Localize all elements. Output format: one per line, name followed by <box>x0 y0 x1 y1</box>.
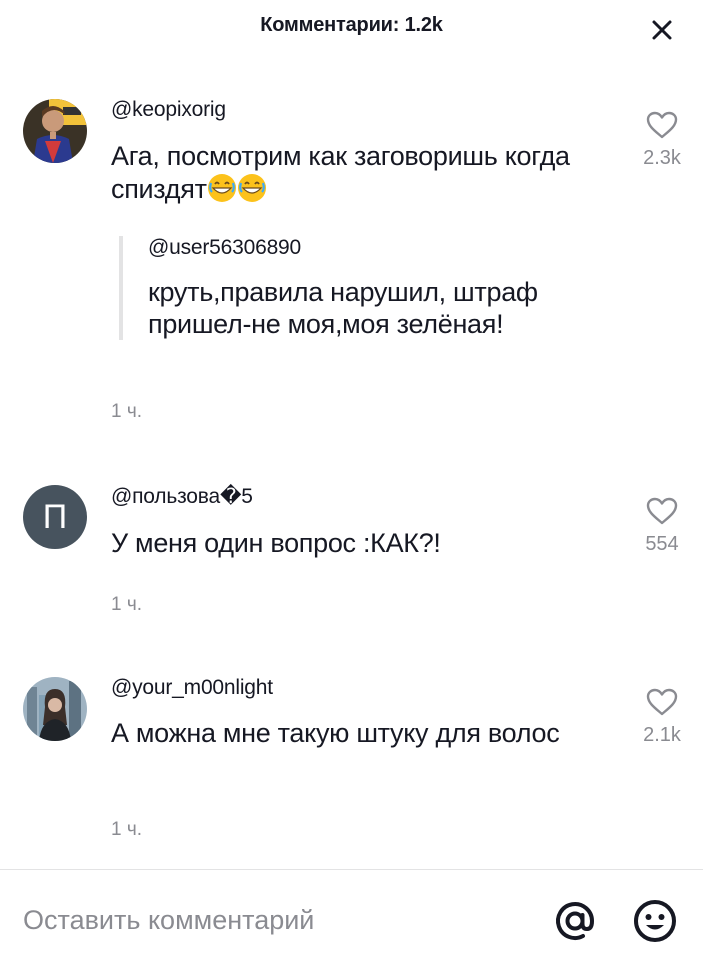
comments-header: Комментарии: 1.2k <box>0 0 703 56</box>
comments-title: Комментарии: 1.2k <box>260 14 443 36</box>
heart-icon <box>646 497 678 525</box>
comment-time: 1 ч. <box>111 594 143 615</box>
comment-username[interactable]: @пользова�5 <box>111 484 253 509</box>
heart-icon <box>646 688 678 716</box>
close-button[interactable] <box>648 16 676 44</box>
like-button[interactable]: 2.3k <box>630 110 694 170</box>
quoted-text: круть,правила нарушил, штраф пришел-не м… <box>148 277 538 339</box>
quoted-reply[interactable]: @user56306890 круть,правила нарушил, штр… <box>119 236 578 340</box>
avatar[interactable] <box>23 677 87 741</box>
grinning-sweat-emoji <box>237 173 267 203</box>
at-icon <box>556 902 595 940</box>
comment-text: А можна мне такую штуку для волос <box>111 718 560 748</box>
like-count: 554 <box>645 533 679 555</box>
comment-input-bar <box>0 870 703 971</box>
like-count: 2.1k <box>643 724 681 746</box>
user-photo-icon <box>23 677 87 741</box>
comment-text: Ага, посмотрим как заговоришь когда спиз… <box>111 140 591 206</box>
comment-text: У меня один вопрос :КАК?! <box>111 528 441 558</box>
comment-input[interactable] <box>23 898 523 942</box>
like-count: 2.3k <box>643 147 681 169</box>
quoted-username: @user56306890 <box>148 236 302 259</box>
comment-username[interactable]: @your_m00nlight <box>111 676 273 700</box>
comment-text-content: Ага, посмотрим как заговоришь когда спиз… <box>111 141 570 204</box>
like-button[interactable]: 2.1k <box>630 687 694 747</box>
close-icon <box>652 20 672 40</box>
emoji-button[interactable] <box>632 898 678 944</box>
avatar[interactable] <box>23 99 87 163</box>
heart-icon <box>646 111 678 139</box>
grinning-sweat-emoji <box>207 173 237 203</box>
mention-button[interactable] <box>552 898 598 944</box>
comment-time: 1 ч. <box>111 401 143 422</box>
comment-time: 1 ч. <box>111 819 143 840</box>
comment-username[interactable]: @keopixorig <box>111 98 226 122</box>
avatar[interactable]: П <box>23 485 87 549</box>
user-photo-icon <box>23 99 87 163</box>
like-button[interactable]: 554 <box>630 496 694 556</box>
emoji-icon <box>634 900 676 942</box>
